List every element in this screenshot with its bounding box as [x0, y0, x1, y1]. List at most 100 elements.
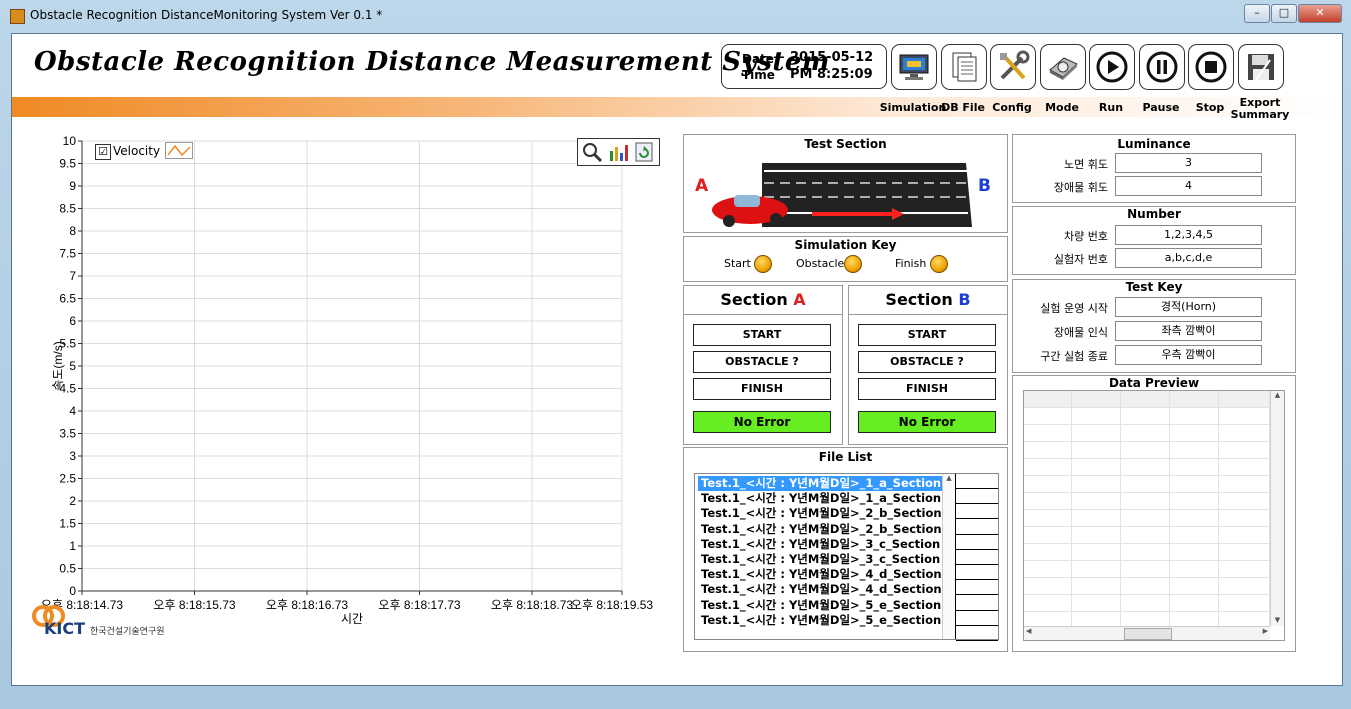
tester-number-field[interactable]: a,b,c,d,e — [1115, 248, 1262, 268]
preview-cell[interactable] — [1170, 442, 1219, 459]
preview-scroll-right-icon[interactable]: ▶ — [1263, 627, 1268, 635]
maximize-button[interactable]: □ — [1271, 4, 1297, 23]
preview-cell[interactable] — [1072, 493, 1121, 510]
preview-cell[interactable] — [1072, 510, 1121, 527]
preview-cell[interactable] — [1170, 612, 1219, 626]
preview-cell[interactable] — [1121, 493, 1170, 510]
file-list-item[interactable]: Test.1_<시간 : Y년M월D일>_3_c_Section B — [698, 552, 955, 567]
preview-cell[interactable] — [1072, 408, 1121, 425]
preview-cell[interactable] — [1121, 612, 1170, 626]
preview-cell[interactable] — [1024, 544, 1072, 561]
preview-cell[interactable] — [1219, 476, 1270, 493]
preview-cell[interactable] — [1219, 425, 1270, 442]
preview-cell[interactable] — [1024, 578, 1072, 595]
preview-cell[interactable] — [1121, 459, 1170, 476]
preview-cell[interactable] — [1024, 527, 1072, 544]
preview-cell[interactable] — [1170, 561, 1219, 578]
config-button[interactable] — [990, 44, 1036, 90]
preview-cell[interactable] — [1219, 612, 1270, 626]
file-list-item[interactable]: Test.1_<시간 : Y년M월D일>_3_c_Section A — [698, 537, 955, 552]
file-list-item[interactable]: Test.1_<시간 : Y년M월D일>_4_d_Section A — [698, 567, 957, 582]
file-list-item[interactable]: Test.1_<시간 : Y년M월D일>_5_e_Section A — [698, 598, 956, 613]
preview-cell[interactable] — [1219, 493, 1270, 510]
file-list-item[interactable]: Test.1_<시간 : Y년M월D일>_4_d_Section B — [698, 582, 956, 597]
preview-cell[interactable] — [1072, 391, 1121, 408]
file-list-item[interactable]: Test.1_<시간 : Y년M월D일>_1_a_Section B — [698, 491, 956, 506]
preview-cell[interactable] — [1121, 442, 1170, 459]
section-a-start-button[interactable]: START — [693, 324, 831, 346]
preview-cell[interactable] — [1170, 578, 1219, 595]
preview-cell[interactable] — [1024, 425, 1072, 442]
file-list-scrollbar[interactable]: ▲ — [942, 474, 955, 639]
preview-cell[interactable] — [1024, 612, 1072, 626]
test-start-field[interactable]: 경적(Horn) — [1115, 297, 1262, 317]
preview-cell[interactable] — [1024, 459, 1072, 476]
section-b-obstacle-button[interactable]: OBSTACLE ? — [858, 351, 996, 373]
file-list-item[interactable]: Test.1_<시간 : Y년M월D일>_5_e_Section B — [698, 613, 956, 628]
file-check-cell[interactable] — [956, 596, 998, 611]
preview-cell[interactable] — [1170, 408, 1219, 425]
legend-checkbox[interactable]: ☑ — [95, 144, 111, 160]
obstacle-recognition-field[interactable]: 좌측 깜빡이 — [1115, 321, 1262, 341]
preview-cell[interactable] — [1072, 476, 1121, 493]
preview-cell[interactable] — [1170, 544, 1219, 561]
close-button[interactable]: ✕ — [1298, 4, 1342, 23]
preview-cell[interactable] — [1170, 595, 1219, 612]
preview-cell[interactable] — [1024, 493, 1072, 510]
preview-scroll-down-icon[interactable]: ▼ — [1271, 616, 1284, 624]
preview-cell[interactable] — [1219, 578, 1270, 595]
obstacle-luminance-field[interactable]: 4 — [1115, 176, 1262, 196]
preview-cell[interactable] — [1121, 510, 1170, 527]
preview-cell[interactable] — [1219, 527, 1270, 544]
preview-cell[interactable] — [1072, 459, 1121, 476]
data-preview-table[interactable]: ▲ ▼ ◀ ▶ — [1023, 390, 1285, 641]
file-list-item[interactable]: Test.1_<시간 : Y년M월D일>_1_a_Section A — [698, 476, 957, 491]
file-check-cell[interactable] — [956, 504, 998, 520]
stop-button[interactable] — [1188, 44, 1234, 90]
file-check-cell[interactable] — [956, 550, 998, 565]
preview-cell[interactable] — [1024, 442, 1072, 459]
preview-scroll-thumb[interactable] — [1124, 628, 1172, 640]
preview-cell[interactable] — [1121, 544, 1170, 561]
preview-cell[interactable] — [1024, 408, 1072, 425]
preview-cell[interactable] — [1072, 612, 1121, 626]
road-luminance-field[interactable]: 3 — [1115, 153, 1262, 173]
scroll-up-icon[interactable]: ▲ — [943, 474, 955, 482]
preview-cell[interactable] — [1170, 459, 1219, 476]
preview-cell[interactable] — [1121, 578, 1170, 595]
file-listbox[interactable]: Test.1_<시간 : Y년M월D일>_1_a_Section A Test.1… — [694, 473, 999, 641]
file-list-item[interactable]: Test.1_<시간 : Y년M월D일>_2_b_Section A — [698, 506, 957, 521]
section-b-finish-button[interactable]: FINISH — [858, 378, 996, 400]
section-end-field[interactable]: 우측 깜빡이 — [1115, 345, 1262, 365]
section-a-finish-button[interactable]: FINISH — [693, 378, 831, 400]
file-check-cell[interactable] — [956, 474, 998, 489]
file-list-item[interactable]: Test.1_<시간 : Y년M월D일>_2_b_Section B — [698, 522, 956, 537]
preview-cell[interactable] — [1024, 476, 1072, 493]
preview-scroll-up-icon[interactable]: ▲ — [1271, 391, 1284, 399]
reset-icon[interactable] — [632, 141, 656, 163]
preview-cell[interactable] — [1121, 476, 1170, 493]
export-summary-button[interactable] — [1238, 44, 1284, 90]
preview-cell[interactable] — [1121, 527, 1170, 544]
preview-cell[interactable] — [1170, 493, 1219, 510]
mode-button[interactable] — [1040, 44, 1086, 90]
minimize-button[interactable]: – — [1244, 4, 1270, 23]
vehicle-number-field[interactable]: 1,2,3,4,5 — [1115, 225, 1262, 245]
preview-cell[interactable] — [1024, 595, 1072, 612]
preview-cell[interactable] — [1219, 595, 1270, 612]
preview-cell[interactable] — [1072, 544, 1121, 561]
preview-cell[interactable] — [1072, 595, 1121, 612]
file-check-cell[interactable] — [956, 580, 998, 596]
preview-cell[interactable] — [1121, 391, 1170, 408]
run-button[interactable] — [1089, 44, 1135, 90]
preview-cell[interactable] — [1170, 510, 1219, 527]
preview-cell[interactable] — [1024, 391, 1072, 408]
preview-cell[interactable] — [1121, 561, 1170, 578]
simulation-button[interactable] — [891, 44, 937, 90]
section-a-obstacle-button[interactable]: OBSTACLE ? — [693, 351, 831, 373]
preview-cell[interactable] — [1072, 527, 1121, 544]
db-file-button[interactable] — [941, 44, 987, 90]
preview-vertical-scrollbar[interactable]: ▲ ▼ — [1270, 391, 1284, 626]
preview-cell[interactable] — [1219, 544, 1270, 561]
file-check-cell[interactable] — [956, 626, 998, 641]
